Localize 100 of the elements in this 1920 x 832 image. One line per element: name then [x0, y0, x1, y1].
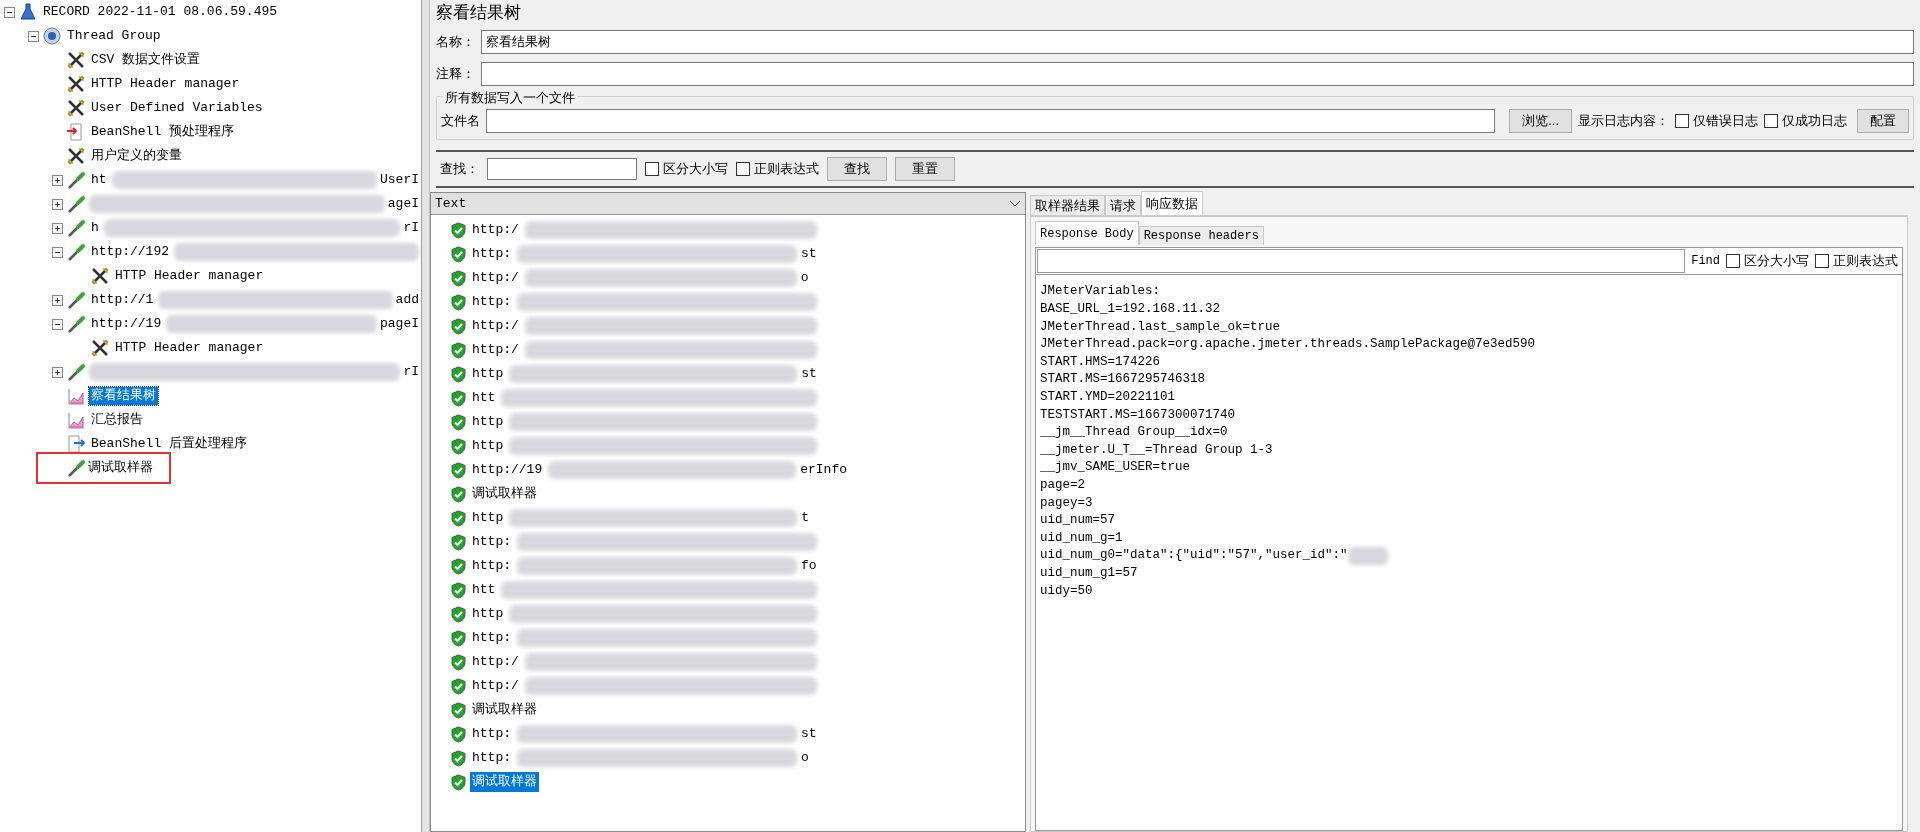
result-item[interactable]: erInfo [800, 460, 848, 480]
tree-item[interactable]: http://1 [89, 291, 156, 309]
result-item[interactable]: st [801, 364, 817, 384]
tab[interactable]: 取样器结果 [1030, 194, 1105, 215]
tab[interactable]: 请求 [1105, 194, 1141, 215]
result-item[interactable]: o [800, 268, 809, 288]
collapse-icon[interactable] [52, 318, 63, 330]
tree-item[interactable]: BeanShell 预处理程序 [89, 123, 236, 141]
response-line: JMeterThread.pack=org.apache.jmeter.threads.SamplePackage@7e3ed590 [1040, 336, 1536, 354]
button[interactable]: 重置 [895, 157, 955, 181]
button[interactable]: 配置 [1857, 109, 1909, 133]
page-arrow-icon [66, 434, 86, 454]
result-item[interactable]: http: [470, 244, 513, 264]
button[interactable]: 查找 [827, 157, 887, 181]
response-line: TESTSTART.MS=1667300071740 [1040, 406, 1236, 424]
tree-item[interactable]: 用户定义的变量 [89, 147, 184, 165]
tree-item[interactable]: Thread Group [65, 27, 163, 45]
collapse-icon[interactable] [4, 6, 15, 18]
result-item[interactable]: http [470, 364, 506, 384]
result-item[interactable]: http:/ [470, 220, 521, 240]
tree-item[interactable]: add [395, 290, 419, 310]
result-item[interactable]: http:/ [470, 652, 521, 672]
field-label: 显示日志内容： [1578, 112, 1669, 131]
result-item[interactable]: http [470, 412, 506, 432]
result-item[interactable]: htt [470, 580, 498, 600]
result-item[interactable]: http:/ [470, 316, 521, 336]
result-item[interactable]: 调试取样器 [470, 772, 539, 792]
checkbox[interactable] [1675, 114, 1689, 128]
tab[interactable]: 响应数据 [1141, 191, 1203, 215]
tree-item[interactable]: pageI [380, 314, 419, 334]
file-field[interactable] [486, 109, 1496, 133]
text-field[interactable]: 察看结果树 [481, 30, 1914, 54]
tree-item[interactable]: User Defined Variables [89, 99, 265, 117]
collapse-icon[interactable] [28, 30, 39, 42]
result-item[interactable]: fo [801, 556, 817, 576]
tree-item[interactable]: 调试取样器 [86, 459, 155, 477]
result-item[interactable]: st [801, 244, 817, 264]
checkbox[interactable] [1815, 254, 1829, 268]
tab[interactable]: Response Body [1035, 221, 1139, 245]
result-item[interactable]: http: [470, 532, 513, 552]
expand-icon[interactable] [52, 174, 63, 186]
tree-item[interactable]: CSV 数据文件设置 [89, 51, 203, 69]
result-item[interactable]: http://19 [470, 460, 545, 480]
tree-item[interactable]: rI [403, 362, 419, 382]
tree-item[interactable]: 察看结果树 [89, 387, 158, 405]
result-item[interactable]: st [801, 724, 817, 744]
tree-item[interactable]: ht [89, 171, 109, 189]
result-item[interactable]: http:/ [470, 340, 521, 360]
shield-check-icon [451, 509, 466, 527]
splitter-handle[interactable] [422, 0, 430, 832]
result-item[interactable]: htt [470, 388, 498, 408]
expand-icon[interactable] [52, 222, 63, 234]
result-item[interactable]: 调试取样器 [470, 700, 539, 720]
result-item[interactable]: t [801, 508, 810, 528]
checkbox[interactable] [645, 162, 659, 176]
result-item[interactable]: http: [470, 292, 513, 312]
result-item[interactable]: http:/ [470, 268, 521, 288]
result-item[interactable]: http: [470, 748, 513, 768]
tree-item[interactable]: http://192 [89, 243, 171, 261]
tree-item[interactable]: HTTP Header manager [113, 339, 266, 357]
find-field[interactable] [1037, 249, 1686, 273]
shield-check-icon [451, 389, 466, 407]
checkbox[interactable] [1764, 114, 1778, 128]
tree-item[interactable]: rI [403, 218, 419, 238]
result-item[interactable]: http: [470, 556, 513, 576]
checkbox[interactable] [736, 162, 750, 176]
tree-item[interactable]: 汇总报告 [89, 411, 145, 429]
result-item[interactable]: o [801, 748, 809, 768]
result-item[interactable]: 调试取样器 [470, 484, 539, 504]
search-field[interactable] [487, 158, 637, 180]
tree-item[interactable]: h [89, 219, 101, 237]
tree-item[interactable]: ageI [387, 194, 419, 214]
scissors-icon [66, 98, 86, 118]
tab[interactable]: Response headers [1138, 226, 1264, 245]
renderer-dropdown[interactable]: Text [431, 193, 1025, 215]
result-item[interactable]: http:/ [470, 676, 521, 696]
result-item[interactable]: http: [470, 724, 513, 744]
tree-item[interactable]: UserI [380, 170, 419, 190]
pipette-icon [66, 290, 86, 310]
response-line: uid_num=57 [1040, 512, 1115, 530]
tree-item[interactable]: HTTP Header manager [89, 75, 242, 93]
tree-item[interactable]: RECORD 2022-11-01 08.06.59.495 [41, 3, 280, 21]
button[interactable]: 浏览... [1509, 109, 1572, 133]
checkbox[interactable] [1726, 254, 1740, 268]
tree-item[interactable]: BeanShell 后置处理程序 [89, 435, 249, 453]
result-item[interactable]: http [470, 436, 506, 456]
collapse-icon[interactable] [52, 246, 63, 258]
result-item[interactable]: http [470, 508, 506, 528]
expand-icon[interactable] [52, 366, 63, 378]
text-field[interactable] [481, 62, 1914, 86]
tree-item[interactable]: HTTP Header manager [113, 267, 266, 285]
tree-item[interactable]: http://19 [89, 315, 164, 333]
shield-check-icon [451, 365, 466, 383]
result-item[interactable]: http [470, 604, 506, 624]
result-item[interactable]: http: [470, 628, 513, 648]
expand-icon[interactable] [52, 198, 63, 210]
expand-icon[interactable] [52, 294, 63, 306]
field-label: 注释： [436, 65, 475, 84]
response-line: START.HMS=174226 [1040, 353, 1161, 371]
shield-check-icon [451, 677, 466, 695]
